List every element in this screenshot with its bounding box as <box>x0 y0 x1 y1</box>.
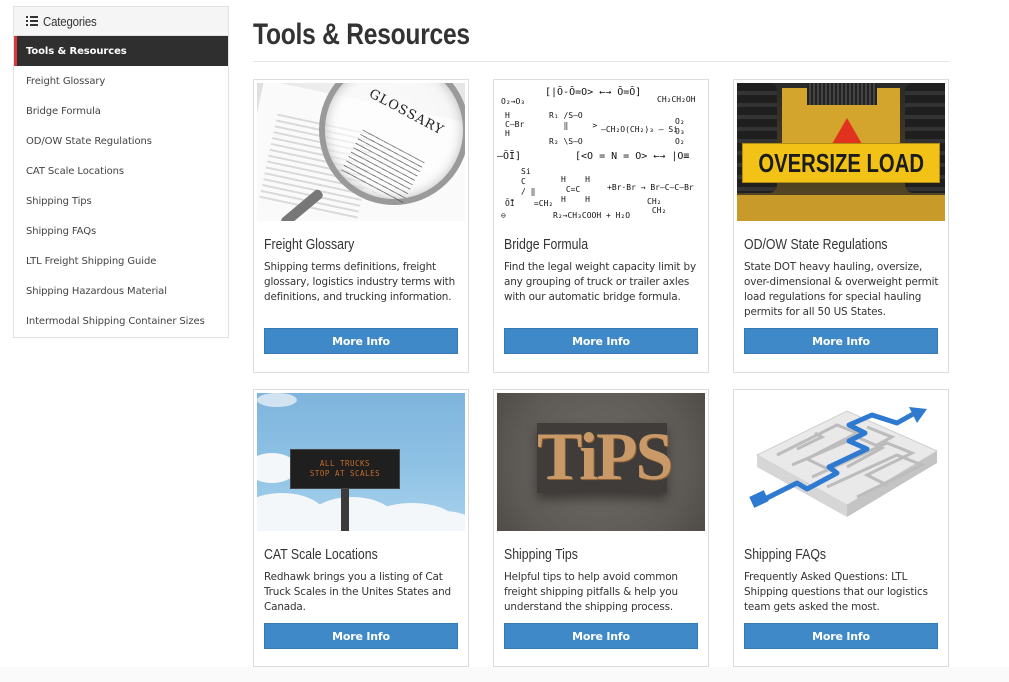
card-shipping-tips: TiPS Shipping Tips Helpful tips to help … <box>493 389 709 667</box>
sidebar-item-label: Bridge Formula <box>26 105 101 117</box>
formula-line: R₂→CH₃COOH + H₂O <box>553 211 631 220</box>
shipping-tips-image[interactable]: TiPS <box>497 393 705 531</box>
formula-line: —ŌĪ] <box>497 151 522 162</box>
sidebar-item-label: Intermodal Shipping Container Sizes <box>26 315 205 327</box>
page-title: Tools & Resources <box>253 18 470 51</box>
formula-line: H C—Br H <box>505 111 525 138</box>
sidebar-header: Categories <box>14 6 228 36</box>
card-description: State DOT heavy hauling, oversize, over-… <box>744 261 939 318</box>
card-description: Helpful tips to help avoid common freigh… <box>504 571 678 613</box>
sidebar-item-intermodal-container-sizes[interactable]: Intermodal Shipping Container Sizes <box>14 306 228 336</box>
card-title[interactable]: Bridge Formula <box>504 236 588 253</box>
more-info-button[interactable]: More Info <box>504 328 698 354</box>
formula-line: [<O = N = O> ←→ |O≡ <box>575 151 690 162</box>
sidebar-item-tools-resources[interactable]: Tools & Resources <box>14 36 228 66</box>
scale-sign-line: ALL TRUCKS <box>319 459 371 468</box>
sidebar-item-shipping-tips[interactable]: Shipping Tips <box>14 186 228 216</box>
sidebar-item-label: Freight Glossary <box>26 75 106 87</box>
formula-line: O₂→O₃ <box>501 97 526 106</box>
formula-line: —CH₂O(CH₂)₃ — Si <box>601 125 679 134</box>
bridge-formula-image[interactable]: [|Ō-Ō=O> ←→ Ō=Ō] CH₂CH₂OH O₂→O₃ H C—Br H R… <box>497 83 705 221</box>
categories-sidebar: Categories Tools & Resources Freight Glo… <box>13 6 229 338</box>
sidebar-item-odow-state-regulations[interactable]: OD/OW State Regulations <box>14 126 228 156</box>
card-description: Shipping terms definitions, freight glos… <box>264 261 456 303</box>
scale-sign-line: STOP AT SCALES <box>309 469 381 478</box>
more-info-button[interactable]: More Info <box>744 623 938 649</box>
sidebar-item-freight-glossary[interactable]: Freight Glossary <box>14 66 228 96</box>
card-odow-state-regulations: OVERSIZE LOAD OD/OW State Regulations St… <box>733 79 949 373</box>
card-title[interactable]: Shipping Tips <box>504 546 578 563</box>
card-shipping-faqs: Shipping FAQs Frequently Asked Questions… <box>733 389 949 667</box>
scale-sign: ALL TRUCKS STOP AT SCALES <box>290 449 400 489</box>
shipping-faqs-image[interactable] <box>737 393 945 531</box>
oversize-load-sign: OVERSIZE LOAD <box>742 143 940 183</box>
sidebar-item-label: LTL Freight Shipping Guide <box>26 255 157 267</box>
formula-line: O₂ O₃ O₂ <box>675 117 685 146</box>
more-info-button[interactable]: More Info <box>264 328 458 354</box>
more-info-button[interactable]: More Info <box>264 623 458 649</box>
warning-triangle-icon <box>832 118 862 144</box>
card-title[interactable]: Shipping FAQs <box>744 546 826 563</box>
card-description: Find the legal weight capacity limit by … <box>504 261 696 303</box>
sidebar-item-label: Shipping Tips <box>26 195 92 207</box>
card-description: Redhawk brings you a listing of Cat Truc… <box>264 571 451 613</box>
tips-word: TiPS <box>537 418 673 494</box>
cat-scale-image[interactable]: ALL TRUCKS STOP AT SCALES <box>257 393 465 531</box>
sidebar-item-label: CAT Scale Locations <box>26 165 125 177</box>
sidebar-item-shipping-faqs[interactable]: Shipping FAQs <box>14 216 228 246</box>
card-bridge-formula: [|Ō-Ō=O> ←→ Ō=Ō] CH₂CH₂OH O₂→O₃ H C—Br H R… <box>493 79 709 373</box>
sidebar-title: Categories <box>43 13 97 29</box>
oversize-load-text: OVERSIZE LOAD <box>758 147 924 178</box>
sidebar-item-label: Shipping Hazardous Material <box>26 285 167 297</box>
card-cat-scale-locations: ALL TRUCKS STOP AT SCALES CAT Scale Loca… <box>253 389 469 667</box>
sidebar-item-label: Tools & Resources <box>26 45 127 57</box>
card-title[interactable]: OD/OW State Regulations <box>744 236 888 253</box>
formula-line: ⊖ <box>501 211 506 220</box>
formula-line: R₂ \S—O <box>549 137 583 146</box>
more-info-button[interactable]: More Info <box>504 623 698 649</box>
card-title[interactable]: CAT Scale Locations <box>264 546 378 563</box>
formula-line: Si C ∕ ‖ <box>521 167 536 196</box>
formula-line: H H C=C H H <box>561 175 590 204</box>
title-divider <box>253 61 949 62</box>
formula-line: R₁ ∕S—O ‖ > <box>549 111 598 130</box>
oversize-load-image[interactable]: OVERSIZE LOAD <box>737 83 945 221</box>
formula-line: CH₂CH₂OH <box>657 95 696 104</box>
sidebar-item-shipping-hazardous-material[interactable]: Shipping Hazardous Material <box>14 276 228 306</box>
maze-icon <box>749 407 939 517</box>
formula-line: ŌĪ =CH₂ <box>505 199 554 208</box>
sidebar-item-label: OD/OW State Regulations <box>26 135 152 147</box>
page-footer-band <box>0 667 1009 682</box>
sidebar-item-cat-scale-locations[interactable]: CAT Scale Locations <box>14 156 228 186</box>
sidebar-list: Tools & Resources Freight Glossary Bridg… <box>14 36 228 336</box>
sidebar-item-bridge-formula[interactable]: Bridge Formula <box>14 96 228 126</box>
formula-line: [|Ō-Ō=O> ←→ Ō=Ō] <box>545 87 642 98</box>
sidebar-item-ltl-freight-shipping-guide[interactable]: LTL Freight Shipping Guide <box>14 246 228 276</box>
card-description: Frequently Asked Questions: LTL Shipping… <box>744 571 928 613</box>
glossary-image[interactable]: GLOSSARY <box>257 83 465 221</box>
more-info-button[interactable]: More Info <box>744 328 938 354</box>
sidebar-item-label: Shipping FAQs <box>26 225 97 237</box>
card-title[interactable]: Freight Glossary <box>264 236 354 253</box>
formula-line: +Br·Br → Br—C—C—Br <box>607 183 694 192</box>
list-icon <box>26 16 38 26</box>
card-freight-glossary: GLOSSARY Freight Glossary Shipping terms… <box>253 79 469 373</box>
formula-line: CH₂ CH₂ <box>647 197 667 215</box>
